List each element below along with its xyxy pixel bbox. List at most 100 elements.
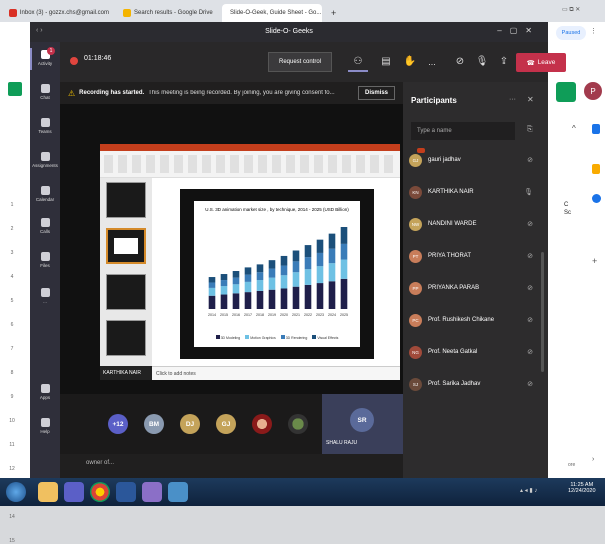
- row-number[interactable]: 5: [0, 298, 24, 304]
- profile-paused-badge[interactable]: Paused: [556, 26, 586, 40]
- participant-photo[interactable]: [252, 414, 272, 434]
- back-forward-icons[interactable]: ‹ ›: [36, 27, 43, 34]
- row-number[interactable]: 8: [0, 370, 24, 376]
- request-control-button[interactable]: Request control: [268, 52, 332, 72]
- tasks-addon-icon[interactable]: [592, 194, 601, 203]
- rail-item-activity[interactable]: 1 Activity: [30, 47, 60, 66]
- bar-segment: [316, 283, 324, 309]
- rail-label: Calendar: [35, 197, 55, 202]
- row-number[interactable]: 14: [0, 514, 24, 520]
- window-title: Slide-O- Geeks: [265, 28, 313, 35]
- browser-tab-drive[interactable]: Search results - Google Drive: [118, 4, 218, 22]
- window-controls[interactable]: ▭ ⧉ ✕: [562, 6, 600, 18]
- file-explorer-icon[interactable]: [38, 482, 58, 502]
- slide-thumbnail[interactable]: [106, 274, 146, 310]
- chevron-right-icon[interactable]: ›: [592, 456, 594, 463]
- rail-item-chat[interactable]: Chat: [30, 84, 60, 100]
- system-tray-icons[interactable]: ▴ ◂ ▮ ♪: [520, 487, 537, 494]
- slide-thumbnail[interactable]: [106, 182, 146, 218]
- recording-banner: ⚠ Recording has started. This meeting is…: [60, 82, 403, 104]
- sheets-sidebar-icon[interactable]: [8, 82, 22, 96]
- participant-row[interactable]: SJ Prof. Sarika Jadhav ⊘: [409, 370, 543, 398]
- participant-row[interactable]: PP PRIYANKA PARAB ⊘: [409, 274, 543, 302]
- participant-row[interactable]: NG Prof. Neeta Gatkal ⊘: [409, 338, 543, 366]
- row-number[interactable]: 9: [0, 394, 24, 400]
- teams-icon[interactable]: [64, 482, 84, 502]
- panel-more-icon[interactable]: ···: [509, 96, 516, 103]
- participants-icon[interactable]: ⚇: [348, 52, 368, 72]
- browser-tab-inbox[interactable]: Inbox (3) - gozzx.chs@gmail.com: [4, 4, 114, 22]
- chat-icon[interactable]: ▤: [376, 52, 396, 72]
- row-number[interactable]: 2: [0, 226, 24, 232]
- powerpoint-window: KARTHIKA NAIR U.S. 3D animation market s…: [100, 144, 400, 380]
- spotlight-tile[interactable]: SR SHALU RAJU: [322, 394, 403, 454]
- slide-thumbnail-selected[interactable]: [106, 228, 146, 264]
- row-number[interactable]: 7: [0, 346, 24, 352]
- slide-thumbnail[interactable]: [106, 320, 146, 356]
- participant-search-input[interactable]: Type a name: [411, 122, 515, 140]
- chat-preview[interactable]: owner of...: [60, 454, 403, 478]
- rail-item-more[interactable]: ...: [30, 288, 60, 304]
- app-icon[interactable]: [168, 482, 188, 502]
- participant-row[interactable]: PC Prof. Rushikesh Chikane ⊘: [409, 306, 543, 334]
- rail-item-teams[interactable]: Teams: [30, 118, 60, 134]
- row-number[interactable]: 15: [0, 538, 24, 544]
- word-icon[interactable]: [116, 482, 136, 502]
- bar-segment: [208, 277, 216, 283]
- more-participants-button[interactable]: +12: [108, 414, 128, 434]
- browser-tab-sheet[interactable]: Slide-O-Geek, Guide Sheet - Go...: [222, 4, 322, 22]
- bar-segment: [256, 264, 264, 273]
- avatar[interactable]: P: [584, 82, 602, 100]
- row-number[interactable]: 10: [0, 418, 24, 424]
- rail-item-calls[interactable]: Calls: [30, 218, 60, 234]
- rail-item-apps[interactable]: Apps: [30, 384, 60, 400]
- row-number[interactable]: 4: [0, 274, 24, 280]
- clock[interactable]: 11:25 AM 12/24/2020: [568, 482, 596, 494]
- participant-row[interactable]: NW NANDINI WARDE ⊘: [409, 210, 543, 238]
- participant-row[interactable]: KN KARTHIKA NAIR 🎙: [409, 178, 543, 206]
- bar-segment: [280, 288, 288, 309]
- sheet-footer-text: ore: [568, 462, 576, 468]
- leave-button[interactable]: ☎ Leave: [516, 53, 566, 72]
- participant-avatar[interactable]: BM: [144, 414, 164, 434]
- participant-avatar[interactable]: DJ: [180, 414, 200, 434]
- dismiss-button[interactable]: Dismiss: [357, 86, 395, 100]
- invite-icon[interactable]: ⎘: [527, 126, 533, 134]
- keep-addon-icon[interactable]: [592, 164, 600, 174]
- bar-segment: [232, 284, 240, 294]
- participant-avatar[interactable]: GJ: [216, 414, 236, 434]
- participant-row[interactable]: GJ gauri jadhav ⊘: [409, 146, 543, 174]
- mic-off-icon[interactable]: 🎙: [472, 52, 492, 72]
- share-screen-icon[interactable]: ⇪: [494, 52, 514, 72]
- rail-item-assignments[interactable]: Assignments: [30, 152, 60, 168]
- scrollbar[interactable]: [541, 252, 544, 372]
- row-number[interactable]: 12: [0, 466, 24, 472]
- camera-off-icon[interactable]: ⊘: [450, 52, 470, 72]
- close-panel-icon[interactable]: ✕: [527, 95, 534, 104]
- app-icon[interactable]: [142, 482, 162, 502]
- add-addon-icon[interactable]: +: [592, 256, 597, 266]
- start-button[interactable]: [6, 482, 26, 502]
- slide-notes[interactable]: Click to add notes: [152, 366, 400, 380]
- avatar: NW: [409, 217, 422, 231]
- window-controls[interactable]: –▢✕: [497, 26, 540, 35]
- phone-icon: [40, 218, 50, 227]
- participant-photo[interactable]: [288, 414, 308, 434]
- rail-item-files[interactable]: Files: [30, 252, 60, 268]
- addon-icon[interactable]: [556, 82, 576, 102]
- calendar-addon-icon[interactable]: [592, 124, 600, 134]
- raise-hand-icon[interactable]: ✋: [400, 52, 420, 72]
- row-number[interactable]: 3: [0, 250, 24, 256]
- new-tab-button[interactable]: +: [326, 4, 340, 22]
- video-gallery: +12 BM DJ GJ SR SHALU RAJU: [60, 394, 403, 454]
- chevron-up-icon[interactable]: ^: [572, 124, 576, 133]
- row-number[interactable]: 1: [0, 202, 24, 208]
- chrome-icon[interactable]: [90, 482, 110, 502]
- rail-item-help[interactable]: Help: [30, 418, 60, 434]
- rail-item-calendar[interactable]: Calendar: [30, 186, 60, 202]
- participant-row[interactable]: PT PRIYA THORAT ⊘: [409, 242, 543, 270]
- row-number[interactable]: 6: [0, 322, 24, 328]
- menu-icon[interactable]: ⋮: [590, 27, 600, 39]
- row-number[interactable]: 11: [0, 442, 24, 448]
- more-options-icon[interactable]: ...: [422, 52, 442, 72]
